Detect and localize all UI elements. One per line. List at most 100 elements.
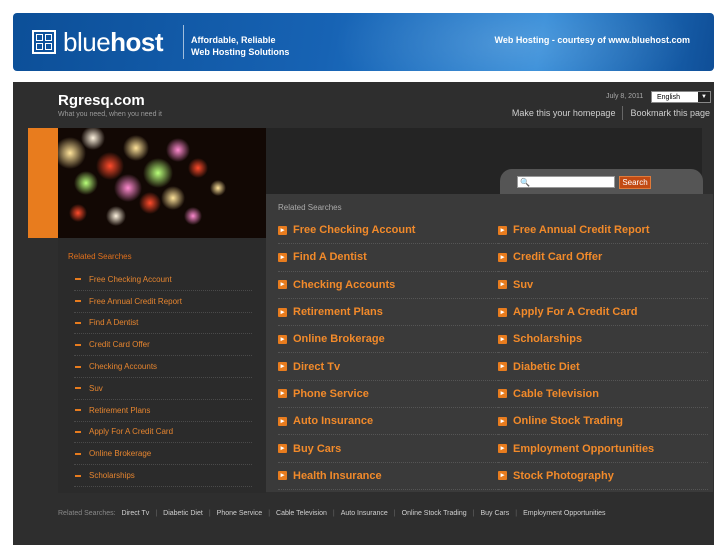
related-search-link[interactable]: ▸ Suv xyxy=(498,272,708,299)
related-search-link[interactable]: ▸ Stock Photography xyxy=(498,463,708,490)
footer-link[interactable]: Phone Service xyxy=(217,510,263,517)
footer-separator: | xyxy=(268,510,271,517)
arrow-right-icon: ▸ xyxy=(278,252,287,262)
related-search-link[interactable]: ▸ Online Brokerage xyxy=(278,326,498,354)
related-search-link[interactable]: ▸ Free Annual Credit Report xyxy=(498,217,708,245)
bluehost-logo[interactable]: bluehost xyxy=(32,26,164,58)
related-search-link[interactable]: ▸ Auto Insurance xyxy=(278,408,498,436)
related-search-link[interactable]: ▸ Diabetic Diet xyxy=(498,353,708,381)
sidebar-item-label: Credit Card Offer xyxy=(89,340,150,350)
footer-link[interactable]: Diabetic Diet xyxy=(163,510,203,517)
related-search-link[interactable]: ▸ Scholarships xyxy=(498,326,708,354)
footer-link[interactable]: Auto Insurance xyxy=(341,510,388,517)
arrow-right-icon: ▸ xyxy=(498,307,507,317)
related-search-link[interactable]: ▸ Retirement Plans xyxy=(278,299,498,327)
footer-separator: | xyxy=(515,510,518,517)
footer-link[interactable]: Employment Opportunities xyxy=(523,510,605,517)
sidebar-item[interactable]: Online Brokerage xyxy=(74,443,252,466)
footer-link[interactable]: Buy Cars xyxy=(480,510,509,517)
related-search-link[interactable]: ▸ Phone Service xyxy=(278,381,498,409)
footer-link[interactable]: Online Stock Trading xyxy=(402,510,467,517)
arrow-right-icon: ▸ xyxy=(278,307,287,317)
make-homepage-link[interactable]: Make this your homepage xyxy=(512,108,616,118)
sidebar-item-label: Apply For A Credit Card xyxy=(89,427,174,437)
related-search-link[interactable]: ▸ Apply For A Credit Card xyxy=(498,299,708,327)
related-search-label: Phone Service xyxy=(293,387,369,400)
footer-link[interactable]: Cable Television xyxy=(276,510,327,517)
related-search-link[interactable]: ▸ Checking Accounts xyxy=(278,272,498,299)
sidebar-heading: Related Searches xyxy=(68,252,132,261)
related-search-label: Online Stock Trading xyxy=(513,415,624,428)
arrow-right-icon: ▸ xyxy=(278,471,287,481)
related-search-label: Credit Card Offer xyxy=(513,251,603,264)
sidebar-list: Free Checking Account Free Annual Credit… xyxy=(74,269,252,487)
sidebar: Related Searches Free Checking Account F… xyxy=(58,238,266,493)
language-value: English xyxy=(657,93,680,101)
bluehost-banner[interactable]: bluehost Affordable, Reliable Web Hostin… xyxy=(13,13,714,71)
dash-icon xyxy=(75,321,81,324)
related-search-label: Apply For A Credit Card xyxy=(513,306,638,319)
sidebar-item[interactable]: Free Annual Credit Report xyxy=(74,291,252,313)
sidebar-item[interactable]: Find A Dentist xyxy=(74,313,252,335)
bluehost-grid-icon xyxy=(32,30,56,54)
related-search-link[interactable]: ▸ Find A Dentist xyxy=(278,244,498,272)
sidebar-item[interactable]: Retirement Plans xyxy=(74,400,252,422)
sidebar-item[interactable]: Credit Card Offer xyxy=(74,334,252,357)
site-tagline: What you need, when you need it xyxy=(58,111,162,118)
footer-label: Related Searches: xyxy=(58,510,116,517)
arrow-right-icon: ▸ xyxy=(498,471,507,481)
footer-related-searches: Related Searches: Direct Tv | Diabetic Die… xyxy=(58,508,713,538)
sidebar-item-label: Scholarships xyxy=(89,471,135,481)
arrow-right-icon: ▸ xyxy=(498,225,507,235)
dash-icon xyxy=(75,365,81,368)
arrow-right-icon: ▸ xyxy=(498,252,507,262)
related-search-link[interactable]: ▸ Free Checking Account xyxy=(278,217,498,245)
footer-separator: | xyxy=(155,510,158,517)
bokeh-lights-image xyxy=(58,128,266,238)
sidebar-item[interactable]: Scholarships xyxy=(74,465,252,487)
site-title[interactable]: Rgresq.com xyxy=(58,92,145,109)
footer-link[interactable]: Direct Tv xyxy=(121,510,149,517)
dash-icon xyxy=(75,278,81,281)
related-search-link[interactable]: ▸ Online Stock Trading xyxy=(498,408,708,436)
related-searches-grid: ▸ Free Checking Account ▸ Free Annual Cred… xyxy=(278,217,708,490)
arrow-right-icon: ▸ xyxy=(278,362,287,372)
related-searches-panel: Related Searches ▸ Free Checking Account … xyxy=(266,194,713,492)
arrow-right-icon: ▸ xyxy=(278,389,287,399)
related-search-link[interactable]: ▸ Health Insurance xyxy=(278,463,498,490)
sidebar-item-label: Checking Accounts xyxy=(89,362,158,372)
sidebar-item[interactable]: Free Checking Account xyxy=(74,269,252,291)
banner-tagline: Affordable, Reliable Web Hosting Solutio… xyxy=(191,35,290,57)
language-select[interactable]: English ▼ xyxy=(651,91,711,103)
search-icon: 🔍 xyxy=(520,178,530,187)
sidebar-item[interactable]: Suv xyxy=(74,378,252,400)
sidebar-item-label: Retirement Plans xyxy=(89,405,151,415)
chevron-down-icon[interactable]: ▼ xyxy=(698,92,710,102)
date-label: July 8, 2011 xyxy=(606,93,644,100)
related-search-link[interactable]: ▸ Direct Tv xyxy=(278,353,498,381)
sidebar-item[interactable]: Checking Accounts xyxy=(74,356,252,378)
related-search-link[interactable]: ▸ Credit Card Offer xyxy=(498,244,708,272)
search-input[interactable]: 🔍 xyxy=(517,176,615,188)
banner-courtesy-link[interactable]: Web Hosting - courtesy of www.bluehost.c… xyxy=(494,35,690,45)
related-search-link[interactable]: ▸ Employment Opportunities xyxy=(498,435,708,463)
related-search-link[interactable]: ▸ Buy Cars xyxy=(278,435,498,463)
arrow-right-icon: ▸ xyxy=(278,416,287,426)
bookmark-link[interactable]: Bookmark this page xyxy=(630,108,710,118)
related-search-label: Health Insurance xyxy=(293,469,382,482)
related-search-label: Checking Accounts xyxy=(293,278,396,291)
top-links: Make this your homepage Bookmark this pa… xyxy=(512,106,710,120)
arrow-right-icon: ▸ xyxy=(278,334,287,344)
footer-separator: | xyxy=(472,510,475,517)
arrow-right-icon: ▸ xyxy=(498,280,507,290)
related-search-label: Stock Photography xyxy=(513,469,614,482)
sidebar-item[interactable]: Apply For A Credit Card xyxy=(74,422,252,444)
related-search-label: Free Annual Credit Report xyxy=(513,224,650,237)
dash-icon xyxy=(75,474,81,477)
sidebar-item-label: Free Annual Credit Report xyxy=(89,296,182,306)
related-search-label: Buy Cars xyxy=(293,442,342,455)
hero-accent-bar xyxy=(28,128,58,238)
related-search-link[interactable]: ▸ Cable Television xyxy=(498,381,708,409)
search-button[interactable]: Search xyxy=(619,176,651,189)
related-search-label: Find A Dentist xyxy=(293,251,367,264)
